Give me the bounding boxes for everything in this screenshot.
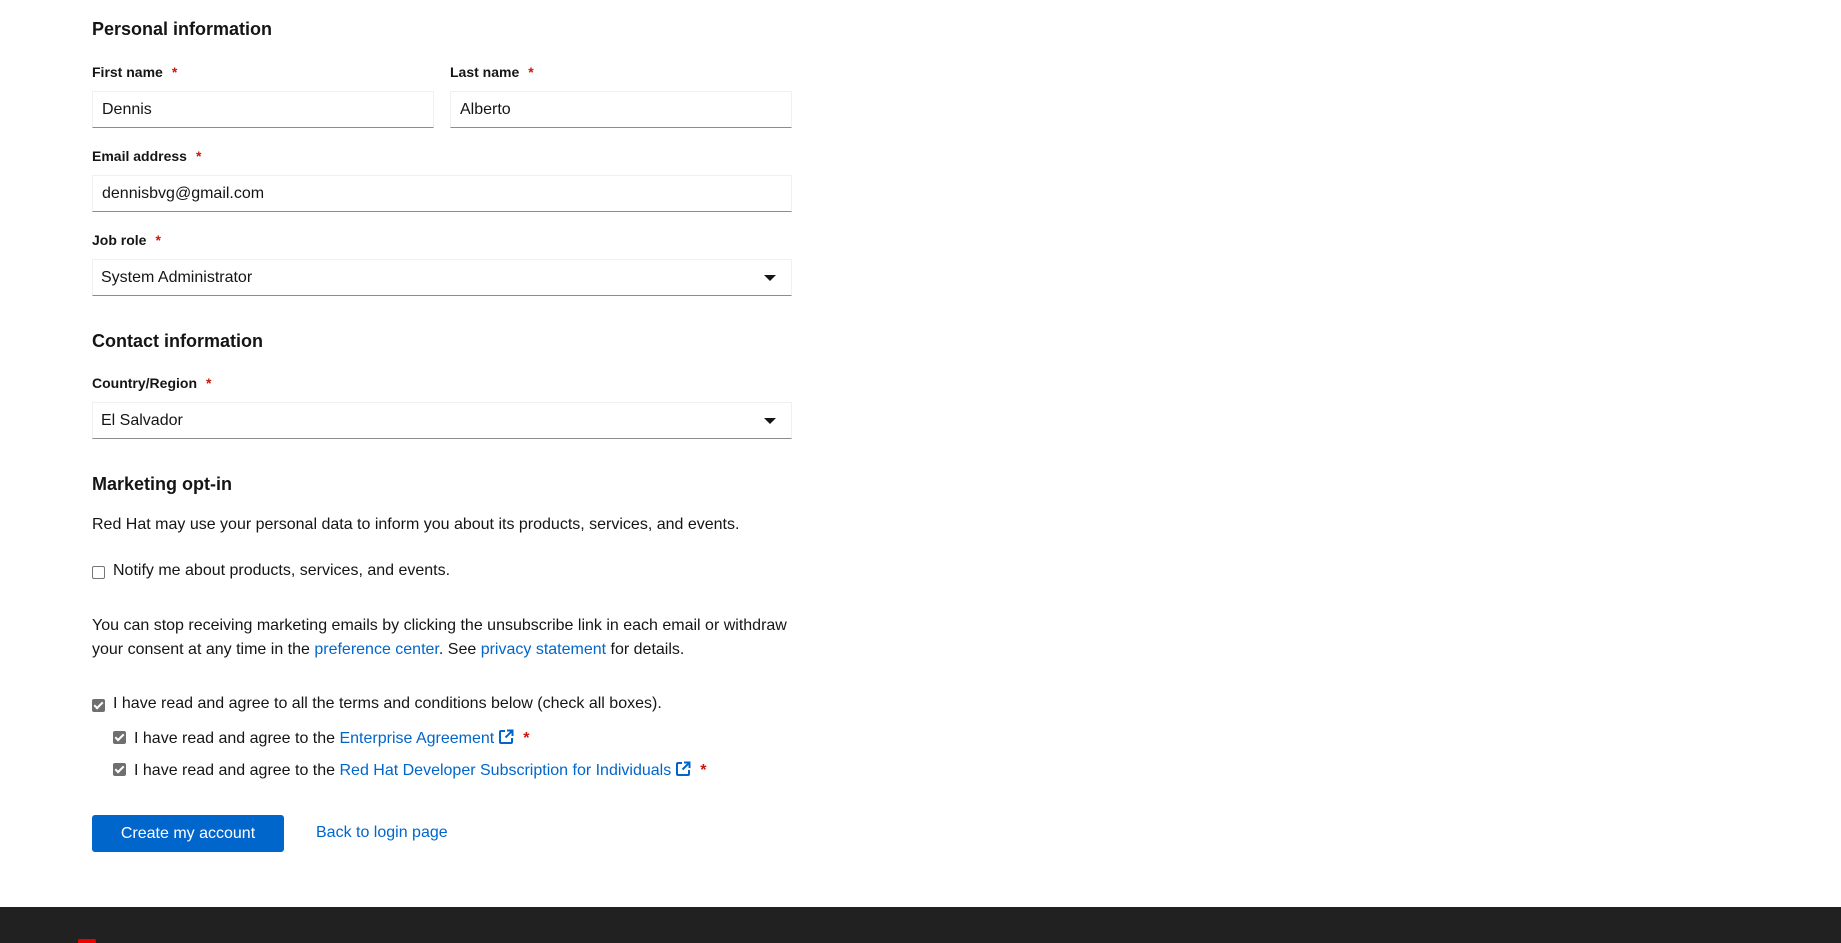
red-hat-logo-icon: [78, 939, 96, 943]
country-value: El Salvador: [101, 411, 183, 429]
email-label: Email address *: [92, 148, 202, 164]
marketing-description: Red Hat may use your personal data to in…: [92, 516, 740, 533]
job-role-value: System Administrator: [101, 268, 253, 286]
caret-down-icon: [764, 417, 776, 424]
enterprise-agreement-label: I have read and agree to the Enterprise …: [134, 729, 530, 747]
email-input[interactable]: [92, 175, 792, 212]
personal-info-heading: Personal information: [92, 19, 273, 39]
required-mark: *: [700, 762, 707, 779]
notify-label: Notify me about products, services, and …: [113, 562, 451, 579]
required-mark: *: [171, 64, 178, 80]
first-name-label: First name *: [92, 64, 178, 80]
enterprise-agreement-link[interactable]: Enterprise Agreement: [339, 729, 514, 747]
first-name-input[interactable]: [92, 91, 434, 128]
caret-down-icon: [764, 274, 776, 281]
privacy-statement-link[interactable]: privacy statement: [481, 641, 606, 658]
notify-checkbox[interactable]: [92, 566, 105, 579]
back-to-login-link[interactable]: Back to login page: [316, 821, 448, 845]
developer-subscription-checkbox[interactable]: [113, 763, 126, 776]
required-mark: *: [528, 64, 534, 80]
job-role-select[interactable]: System Administrator: [92, 259, 792, 296]
enterprise-agreement-checkbox[interactable]: [113, 731, 126, 744]
developer-subscription-label: I have read and agree to the Red Hat Dev…: [134, 761, 707, 779]
required-mark: *: [155, 232, 161, 248]
external-link-icon: [499, 729, 514, 744]
agree-all-label: I have read and agree to all the terms a…: [113, 695, 662, 712]
external-link-icon: [676, 761, 691, 776]
page-footer: [0, 907, 1841, 943]
last-name-label: Last name *: [450, 64, 534, 80]
required-mark: *: [195, 148, 202, 164]
country-label: Country/Region *: [92, 375, 212, 391]
unsubscribe-paragraph: You can stop receiving marketing emails …: [92, 617, 787, 658]
country-select[interactable]: El Salvador: [92, 402, 792, 439]
marketing-heading: Marketing opt-in: [92, 474, 232, 494]
required-mark: *: [523, 730, 530, 747]
preference-center-link[interactable]: preference center: [314, 641, 439, 658]
required-mark: *: [206, 375, 212, 391]
agree-all-checkbox[interactable]: [92, 699, 105, 712]
last-name-input[interactable]: [450, 91, 792, 128]
contact-info-heading: Contact information: [92, 331, 263, 351]
create-account-button[interactable]: Create my account: [92, 815, 284, 852]
job-role-label: Job role *: [92, 232, 161, 248]
developer-subscription-link[interactable]: Red Hat Developer Subscription for Indiv…: [339, 761, 691, 779]
